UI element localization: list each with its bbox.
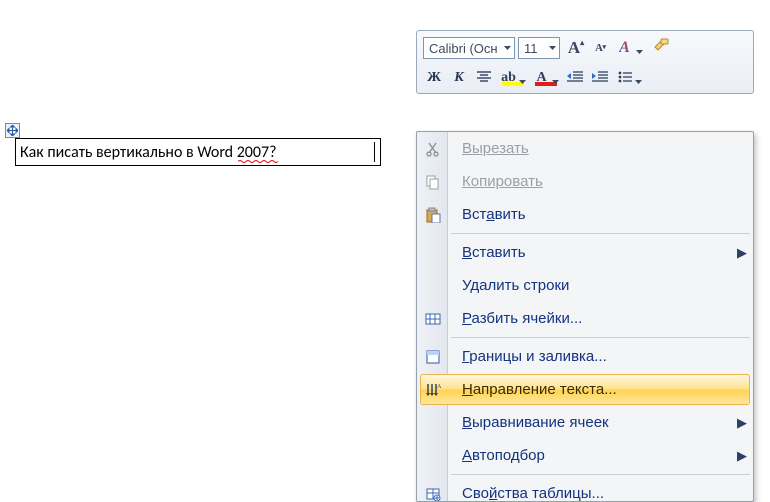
shrink-font-button[interactable]: A▾ xyxy=(588,37,610,59)
spellcheck-squiggle xyxy=(238,160,278,163)
text-direction-icon: A xyxy=(417,373,448,406)
menu-item-autofit[interactable]: Автоподбор ▶ xyxy=(417,439,753,472)
format-painter-button[interactable] xyxy=(648,37,674,59)
font-name-combo[interactable]: Calibri (Осн xyxy=(423,37,515,59)
submenu-arrow-icon: ▶ xyxy=(731,448,753,464)
font-name-value: Calibri (Осн xyxy=(429,41,498,56)
menu-label: Свойства таблицы... xyxy=(448,485,753,502)
menu-label: Границы и заливка... xyxy=(448,348,753,365)
center-align-icon xyxy=(477,71,491,86)
borders-icon xyxy=(417,340,448,373)
context-menu: Вырезать Копировать Вставить Вставить ▶ … xyxy=(416,131,754,502)
blank-icon xyxy=(417,236,448,269)
menu-item-borders-shading[interactable]: Границы и заливка... xyxy=(417,340,753,373)
cell-text: Как писать вертикально в Word 2007? xyxy=(20,143,277,162)
submenu-arrow-icon: ▶ xyxy=(731,415,753,431)
grow-font-button[interactable]: A▴ xyxy=(563,37,585,59)
table-move-handle[interactable] xyxy=(5,123,20,138)
menu-item-paste-special[interactable]: Вставить ▶ xyxy=(417,236,753,269)
menu-label: Удалить строки xyxy=(448,277,753,294)
bullets-icon xyxy=(618,71,632,86)
increase-indent-button[interactable] xyxy=(589,67,611,89)
chevron-down-icon xyxy=(549,46,556,50)
change-styles-icon: A xyxy=(619,39,630,57)
menu-item-table-properties[interactable]: Свойства таблицы... xyxy=(417,477,753,502)
menu-separator xyxy=(451,233,750,234)
bold-button[interactable]: Ж xyxy=(423,67,445,89)
move-handle-icon xyxy=(7,125,18,136)
bullets-button[interactable] xyxy=(614,67,644,89)
menu-item-paste[interactable]: Вставить xyxy=(417,198,753,231)
font-size-combo[interactable]: 11 xyxy=(518,37,560,59)
menu-separator xyxy=(451,337,750,338)
center-align-button[interactable] xyxy=(473,67,495,89)
menu-label: Автоподбор xyxy=(448,447,731,464)
highlight-button[interactable]: ab xyxy=(498,67,528,89)
table-cell[interactable]: Как писать вертикально в Word 2007? xyxy=(15,138,381,166)
chevron-down-icon xyxy=(504,46,511,50)
font-color-button[interactable]: A xyxy=(531,67,561,89)
italic-button[interactable]: К xyxy=(448,67,470,89)
menu-item-copy[interactable]: Копировать xyxy=(417,165,753,198)
increase-indent-icon xyxy=(592,71,608,86)
menu-separator xyxy=(451,474,750,475)
menu-item-text-direction[interactable]: A Направление текста... xyxy=(417,373,753,406)
text-caret xyxy=(374,142,375,162)
chevron-down-icon xyxy=(635,80,642,84)
menu-label: Выравнивание ячеек xyxy=(448,414,731,431)
decrease-indent-icon xyxy=(567,71,583,86)
font-size-value: 11 xyxy=(524,41,538,56)
split-cells-icon xyxy=(417,302,448,335)
chevron-down-icon xyxy=(519,80,526,84)
menu-label: Разбить ячейки... xyxy=(448,310,753,327)
paste-icon xyxy=(417,198,448,231)
menu-label: Направление текста... xyxy=(448,381,753,398)
blank-icon xyxy=(417,269,448,302)
menu-item-cut[interactable]: Вырезать xyxy=(417,132,753,165)
decrease-indent-button[interactable] xyxy=(564,67,586,89)
copy-icon xyxy=(417,165,448,198)
chevron-down-icon xyxy=(552,80,559,84)
svg-text:A: A xyxy=(437,384,441,390)
change-styles-button[interactable]: A xyxy=(613,37,645,59)
mini-toolbar: Calibri (Осн 11 A▴ A▾ A xyxy=(416,30,754,94)
menu-label: Вставить xyxy=(448,244,731,261)
blank-icon xyxy=(417,406,448,439)
menu-label: Вырезать xyxy=(448,140,753,157)
shrink-font-icon: A▾ xyxy=(595,42,603,54)
table-properties-icon xyxy=(417,477,448,502)
format-painter-icon xyxy=(652,38,670,59)
menu-item-cell-alignment[interactable]: Выравнивание ячеек ▶ xyxy=(417,406,753,439)
italic-icon: К xyxy=(454,70,464,86)
cut-icon xyxy=(417,132,448,165)
menu-label: Копировать xyxy=(448,173,753,190)
menu-item-split-cells[interactable]: Разбить ячейки... xyxy=(417,302,753,335)
grow-font-icon: A▴ xyxy=(568,38,580,58)
submenu-arrow-icon: ▶ xyxy=(731,245,753,261)
menu-label: Вставить xyxy=(448,206,753,223)
chevron-down-icon xyxy=(636,50,643,54)
bold-icon: Ж xyxy=(427,70,441,86)
menu-item-delete-rows[interactable]: Удалить строки xyxy=(417,269,753,302)
blank-icon xyxy=(417,439,448,472)
